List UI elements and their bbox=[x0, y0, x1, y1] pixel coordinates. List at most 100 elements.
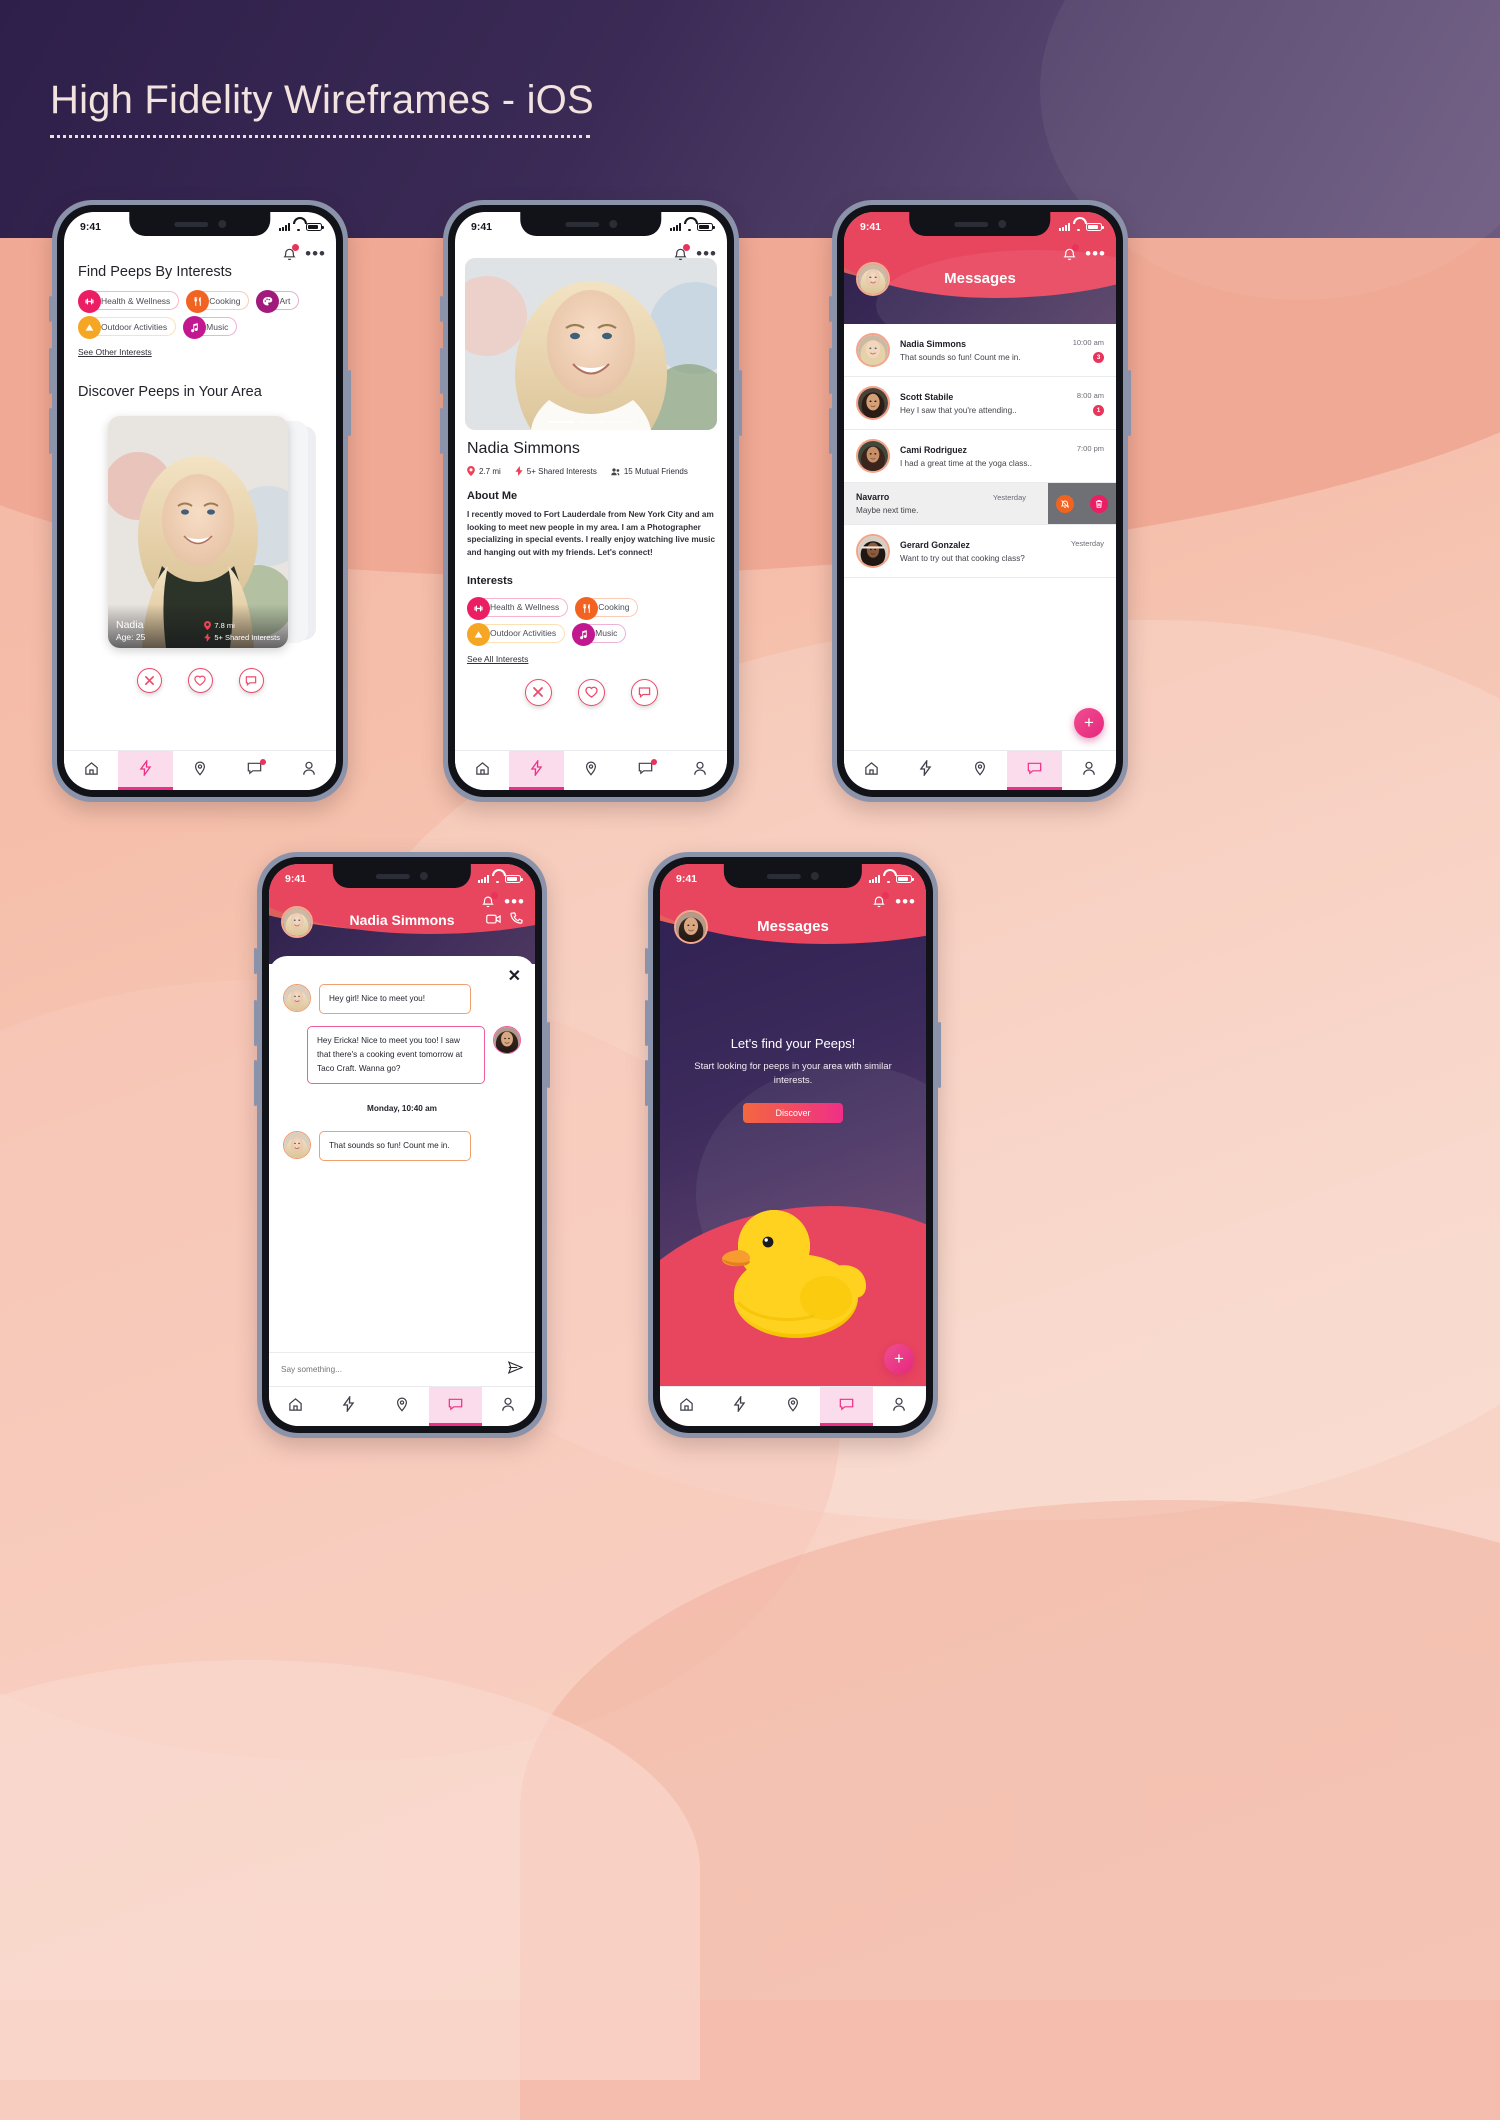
interest-icon bbox=[467, 596, 490, 620]
phone-mockup-discover: 9:41 ••• Find Peeps By Interests Health … bbox=[49, 200, 351, 802]
video-call-icon[interactable] bbox=[486, 912, 501, 930]
bell-icon[interactable] bbox=[673, 244, 691, 262]
interest-chip[interactable]: Art bbox=[256, 290, 300, 313]
tab-discover[interactable] bbox=[322, 1387, 375, 1426]
interest-chip[interactable]: Music bbox=[183, 316, 238, 339]
tab-discover[interactable] bbox=[509, 751, 565, 790]
tab-messages[interactable] bbox=[1007, 751, 1063, 790]
tab-profile[interactable] bbox=[482, 1387, 535, 1426]
interest-chip[interactable]: Outdoor Activities bbox=[78, 316, 177, 339]
person-icon bbox=[1082, 761, 1096, 781]
music-note-icon-icon bbox=[183, 316, 207, 339]
tab-home[interactable] bbox=[455, 751, 509, 790]
message-row[interactable]: Scott Stabile Hey I saw that you're atte… bbox=[844, 377, 1116, 430]
close-icon bbox=[144, 676, 154, 685]
like-button[interactable] bbox=[577, 678, 605, 706]
bolt-icon bbox=[919, 758, 932, 781]
bolt-icon bbox=[733, 1394, 746, 1417]
carousel-indicators[interactable] bbox=[465, 420, 717, 423]
interest-chip[interactable]: Music bbox=[572, 622, 627, 646]
more-options-icon[interactable]: ••• bbox=[895, 893, 916, 910]
message-preview: Hey I saw that you're attending.. bbox=[900, 405, 1017, 415]
interest-chip[interactable]: Cooking bbox=[186, 290, 250, 313]
bell-icon[interactable] bbox=[1062, 244, 1080, 262]
message-row[interactable]: Navarro Yesterday Maybe next time. bbox=[844, 483, 1116, 525]
mute-bell-action[interactable] bbox=[1048, 483, 1082, 524]
screen5-top-icons: ••• bbox=[872, 892, 916, 910]
interest-chip[interactable]: Health & Wellness bbox=[78, 290, 180, 313]
tab-places[interactable] bbox=[375, 1387, 428, 1426]
close-button[interactable] bbox=[136, 668, 162, 693]
tab-home[interactable] bbox=[660, 1387, 713, 1426]
home-icon bbox=[679, 1397, 694, 1417]
avatar bbox=[283, 1130, 311, 1159]
interest-chip[interactable]: Health & Wellness bbox=[467, 596, 569, 620]
chat-icon bbox=[245, 676, 257, 686]
interest-chip[interactable]: Cooking bbox=[575, 596, 639, 620]
screen1-top-icons: ••• bbox=[282, 244, 326, 262]
tab-profile[interactable] bbox=[282, 751, 336, 790]
section-title-interests: Find Peeps By Interests bbox=[78, 264, 232, 280]
trash-action[interactable] bbox=[1082, 483, 1116, 524]
section-title-discover: Discover Peeps in Your Area bbox=[78, 384, 262, 400]
tab-messages[interactable] bbox=[227, 751, 281, 790]
message-input[interactable] bbox=[281, 1365, 500, 1374]
map-pin-icon bbox=[584, 761, 598, 781]
tab-messages[interactable] bbox=[819, 1387, 874, 1426]
tab-discover[interactable] bbox=[118, 751, 174, 790]
chat-message-left: That sounds so fun! Count me in. bbox=[269, 1113, 535, 1161]
tab-profile[interactable] bbox=[873, 1387, 926, 1426]
tab-places[interactable] bbox=[953, 751, 1007, 790]
screen4-top-icons: ••• bbox=[481, 892, 525, 910]
message-row[interactable]: Nadia Simmons That sounds so fun! Count … bbox=[844, 324, 1116, 377]
tab-discover[interactable] bbox=[898, 751, 952, 790]
see-all-interests-link[interactable]: See All Interests bbox=[467, 654, 528, 664]
bell-icon[interactable] bbox=[481, 892, 499, 910]
see-other-interests-link[interactable]: See Other Interests bbox=[78, 347, 152, 357]
new-message-button[interactable]: + bbox=[884, 1344, 914, 1374]
tab-places[interactable] bbox=[173, 751, 227, 790]
tab-profile[interactable] bbox=[673, 751, 727, 790]
tab-messages[interactable] bbox=[618, 751, 672, 790]
tab-discover[interactable] bbox=[713, 1387, 766, 1426]
tab-home[interactable] bbox=[844, 751, 898, 790]
interest-chip-label: Cooking bbox=[598, 602, 630, 613]
battery-icon bbox=[896, 875, 914, 883]
more-options-icon[interactable]: ••• bbox=[1085, 245, 1106, 262]
profile-hero-photo[interactable] bbox=[465, 258, 717, 430]
close-button[interactable] bbox=[524, 678, 552, 706]
carousel-dot[interactable] bbox=[548, 420, 574, 423]
message-row[interactable]: Gerard Gonzalez Want to try out that coo… bbox=[844, 525, 1116, 578]
message-row[interactable]: Cami Rodriguez I had a great time at the… bbox=[844, 430, 1116, 483]
notification-dot bbox=[491, 892, 499, 899]
bell-icon[interactable] bbox=[282, 244, 300, 262]
interest-chip[interactable]: Outdoor Activities bbox=[467, 622, 566, 646]
carousel-dot[interactable] bbox=[608, 420, 634, 423]
empty-state-heading: Let's find your Peeps! bbox=[730, 1036, 856, 1051]
new-message-button[interactable]: + bbox=[1074, 708, 1104, 738]
notification-dot bbox=[292, 244, 300, 251]
message-row-content[interactable]: Navarro Yesterday Maybe next time. bbox=[844, 483, 1038, 524]
tab-home[interactable] bbox=[64, 751, 118, 790]
tab-places[interactable] bbox=[564, 751, 618, 790]
battery-icon bbox=[306, 223, 324, 231]
tab-home[interactable] bbox=[269, 1387, 322, 1426]
discover-button[interactable]: Discover bbox=[743, 1102, 843, 1123]
profile-card[interactable]: Nadia Age: 25 7.8 mi 5+ Shared Interests bbox=[108, 416, 288, 648]
interest-chip-label: Outdoor Activities bbox=[101, 321, 168, 332]
carousel-dot[interactable] bbox=[578, 420, 604, 423]
send-icon[interactable] bbox=[507, 1360, 524, 1379]
tab-places[interactable] bbox=[766, 1387, 819, 1426]
message-button[interactable] bbox=[238, 668, 264, 693]
tab-profile[interactable] bbox=[1062, 751, 1116, 790]
phone-call-icon[interactable] bbox=[510, 912, 523, 930]
close-icon[interactable]: ✕ bbox=[508, 966, 521, 986]
bell-icon[interactable] bbox=[872, 892, 890, 910]
like-button[interactable] bbox=[187, 668, 213, 693]
more-options-icon[interactable]: ••• bbox=[696, 245, 717, 262]
tab-messages[interactable] bbox=[428, 1387, 483, 1426]
message-button[interactable] bbox=[630, 678, 658, 706]
more-options-icon[interactable]: ••• bbox=[305, 245, 326, 262]
chat-message-right: Hey Ericka! Nice to meet you too! I saw … bbox=[269, 1014, 535, 1084]
more-options-icon[interactable]: ••• bbox=[504, 893, 525, 910]
